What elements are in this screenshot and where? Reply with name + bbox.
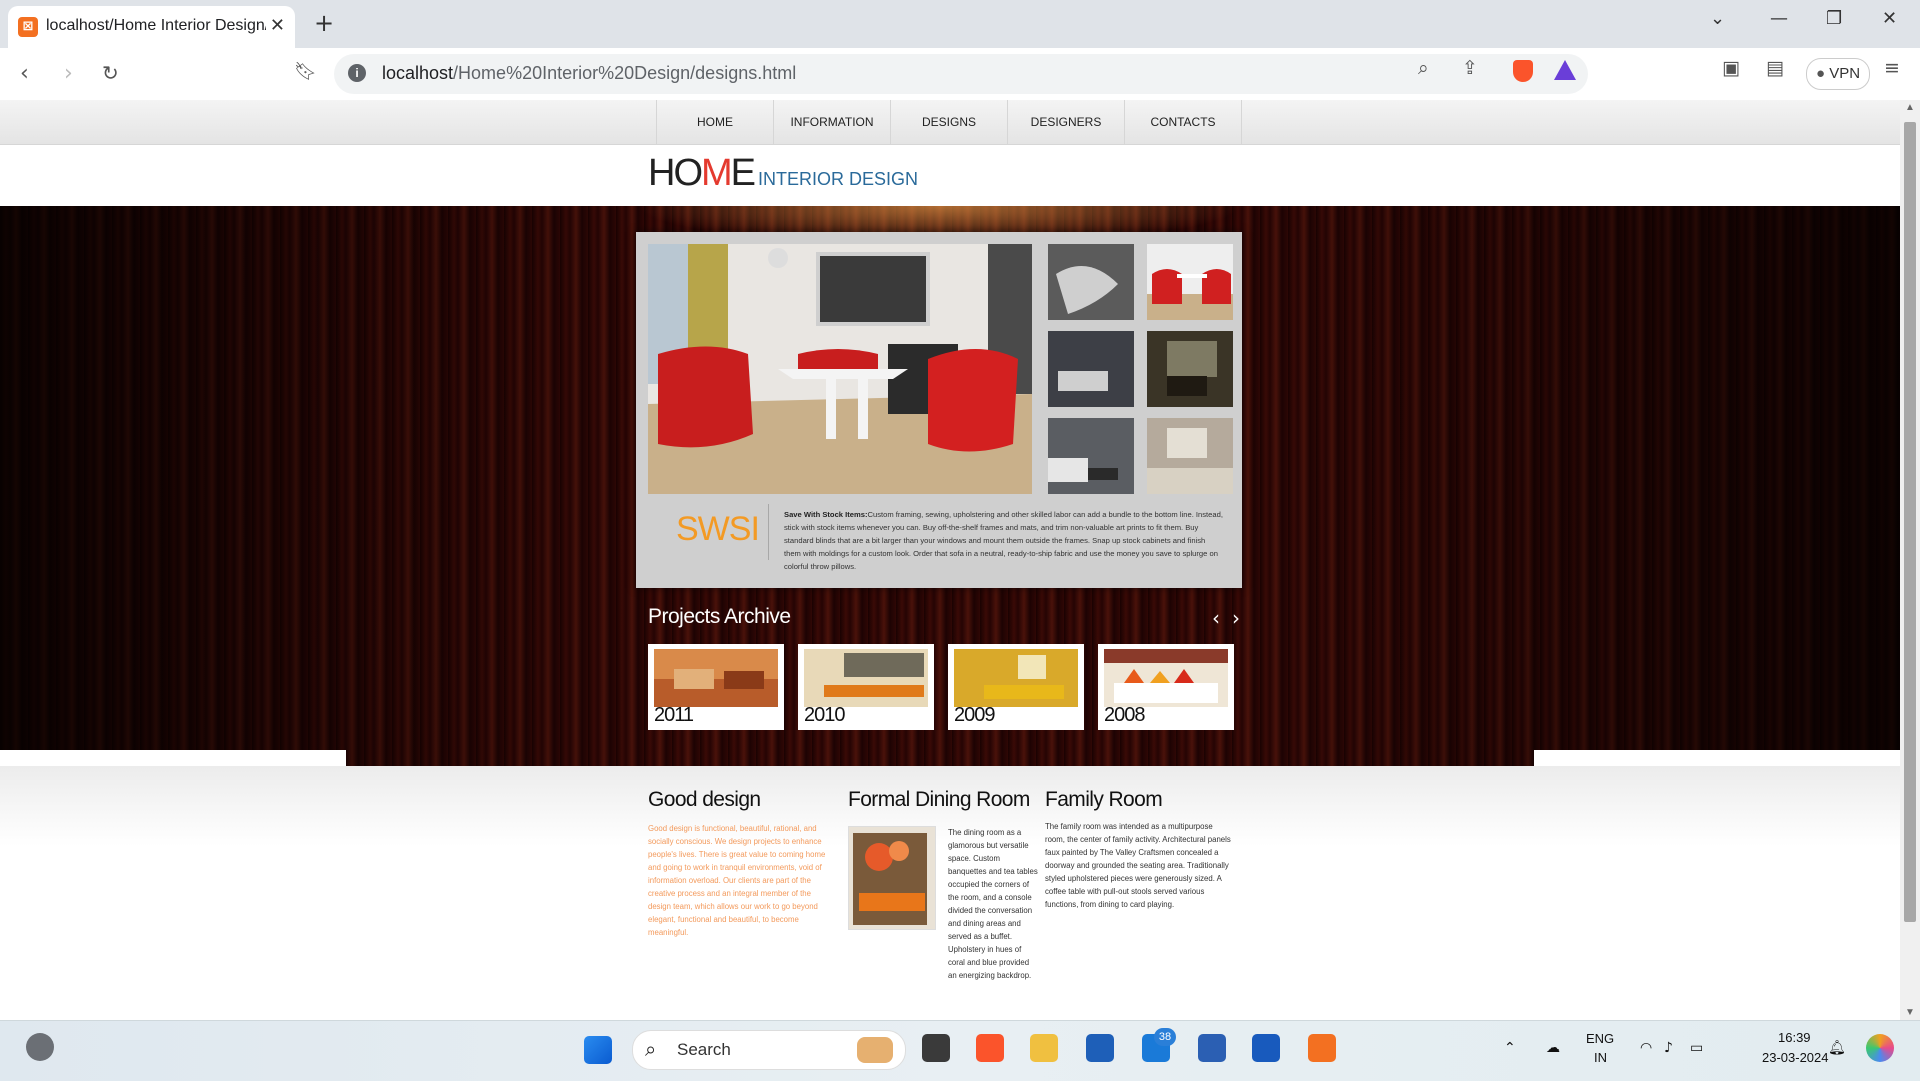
zoom-icon[interactable]: ⌕ [1418,57,1429,79]
projects-archive-title: Projects Archive [648,605,791,628]
url-text[interactable]: localhost/Home%20Interior%20Design/desig… [382,63,796,84]
thumb-3[interactable] [1048,331,1134,407]
good-design-text: Good design is functional, beautiful, ra… [648,824,826,937]
clock-date[interactable]: 23-03-2024 [1762,1050,1829,1065]
main-interior-image[interactable] [648,244,1032,494]
tab-title: localhost/Home Interior Design/ [46,17,266,34]
taskbar-search[interactable]: ⌕ Search [632,1030,906,1070]
thumb-2[interactable] [1147,244,1233,320]
scroll-down-icon[interactable]: ▼ [1905,1007,1915,1018]
minimize-icon[interactable]: — [1770,8,1788,29]
site-info-icon[interactable]: i [348,64,366,82]
scroll-up-icon[interactable]: ▲ [1905,102,1915,113]
family-room-title: Family Room [1045,788,1163,811]
xampp-icon[interactable] [1308,1034,1336,1062]
show-hidden-icons[interactable]: ⌃ [1504,1040,1516,1056]
thumb-5[interactable] [1048,418,1134,494]
search-label: Search [677,1040,731,1059]
project-2011-image [654,649,778,707]
nav-designers[interactable]: DESIGNERS [1007,100,1124,144]
project-2008-image [1104,649,1228,707]
banner-edge-right [1534,750,1900,766]
clock-time[interactable]: 16:39 [1778,1030,1811,1045]
onedrive-icon[interactable]: ☁ [1546,1040,1560,1056]
search-highlight-icon [857,1037,893,1063]
task-view-icon[interactable] [922,1034,950,1062]
wifi-icon[interactable]: ◠ [1640,1040,1652,1056]
tab-search-chevron-icon[interactable]: ⌄ [1710,8,1725,29]
dining-room-text: The dining room as a glamorous but versa… [948,828,1038,980]
project-2010-image [804,649,928,707]
page-viewport: HOME INFORMATION DESIGNS DESIGNERS CONTA… [0,100,1900,1020]
project-year: 2009 [954,704,995,726]
reload-icon[interactable]: ↻ [102,61,119,85]
nav-contacts[interactable]: CONTACTS [1124,100,1242,144]
dining-room-title: Formal Dining Room [848,788,1030,811]
xampp-favicon-icon: ⊠ [18,17,38,37]
good-design-title: Good design [648,788,761,811]
language-bottom[interactable]: IN [1594,1050,1607,1065]
forward-icon[interactable]: › [64,61,73,86]
archive-next-icon[interactable]: › [1232,606,1240,630]
project-2010[interactable]: 2010 [798,644,934,730]
nav-home[interactable]: HOME [656,100,773,144]
search-icon: ⌕ [645,1037,657,1061]
address-bar[interactable]: i localhost/Home%20Interior%20Design/des… [334,54,1588,94]
brave-taskbar-icon[interactable] [976,1034,1004,1062]
thumb-1[interactable] [1048,244,1134,320]
site-logo[interactable]: HOME INTERIOR DESIGN [648,152,918,195]
slider-divider [768,504,769,560]
new-tab-icon[interactable]: + [314,9,334,37]
vpn-button[interactable]: ● VPN [1806,58,1870,90]
bookmark-icon[interactable]: 🔖︎ [294,61,317,82]
taskbar [0,1020,1920,1081]
banner-edge-left [0,750,346,766]
word-icon[interactable] [1198,1034,1226,1062]
sidebar-toggle-icon[interactable]: ▣ [1722,57,1740,79]
archive-prev-icon[interactable]: ‹ [1212,606,1220,630]
project-2009[interactable]: 2009 [948,644,1084,730]
nav-designs[interactable]: DESIGNS [890,100,1007,144]
project-year: 2010 [804,704,845,726]
browser-tab-strip: ⊠ localhost/Home Interior Design/ ✕ + ⌄ … [0,0,1920,48]
project-2009-image [954,649,1078,707]
site-nav: HOME INFORMATION DESIGNS DESIGNERS CONTA… [0,100,1900,145]
notifications-icon[interactable]: 🔔︎ [1828,1040,1846,1056]
word-icon-2[interactable] [1252,1034,1280,1062]
start-icon[interactable] [584,1036,612,1064]
project-year: 2008 [1104,704,1145,726]
slider-description: Save With Stock Items:Custom framing, se… [784,510,1223,571]
share-icon[interactable]: ⇪ [1462,57,1478,79]
brave-rewards-icon[interactable] [1554,60,1576,80]
copilot-icon[interactable] [1866,1034,1894,1062]
project-year: 2011 [654,704,694,726]
language-top[interactable]: ENG [1586,1031,1614,1046]
close-tab-icon[interactable]: ✕ [270,15,285,36]
project-2011[interactable]: 2011 [648,644,784,730]
family-room-text: The family room was intended as a multip… [1045,822,1231,909]
featured-slider: SWSI Save With Stock Items:Custom framin… [636,232,1242,588]
project-2008[interactable]: 2008 [1098,644,1234,730]
file-explorer-icon[interactable] [1030,1034,1058,1062]
store-icon[interactable] [1086,1034,1114,1062]
wallet-icon[interactable]: ▤ [1766,57,1784,79]
dining-room-image[interactable] [848,826,936,930]
scroll-thumb[interactable] [1904,122,1916,922]
page-scrollbar[interactable]: ▲ ▼ [1900,100,1920,1020]
thumb-6[interactable] [1147,418,1233,494]
widgets-icon[interactable] [26,1033,54,1061]
close-window-icon[interactable]: ✕ [1882,8,1897,29]
brave-shields-icon[interactable] [1513,60,1533,82]
browser-tab[interactable]: ⊠ localhost/Home Interior Design/ ✕ [8,6,295,48]
thumb-4[interactable] [1147,331,1233,407]
nav-information[interactable]: INFORMATION [773,100,890,144]
battery-icon[interactable]: ▭ [1690,1040,1703,1056]
browser-toolbar: ‹ › ↻ 🔖︎ i localhost/Home%20Interior%20D… [0,48,1920,100]
swsi-brand: SWSI [676,510,760,548]
volume-icon[interactable]: ♪ [1664,1040,1673,1056]
notification-badge: 38 [1154,1028,1176,1046]
restore-icon[interactable]: ❐ [1826,8,1842,29]
menu-icon[interactable]: ≡ [1884,57,1900,79]
back-icon[interactable]: ‹ [20,61,29,86]
